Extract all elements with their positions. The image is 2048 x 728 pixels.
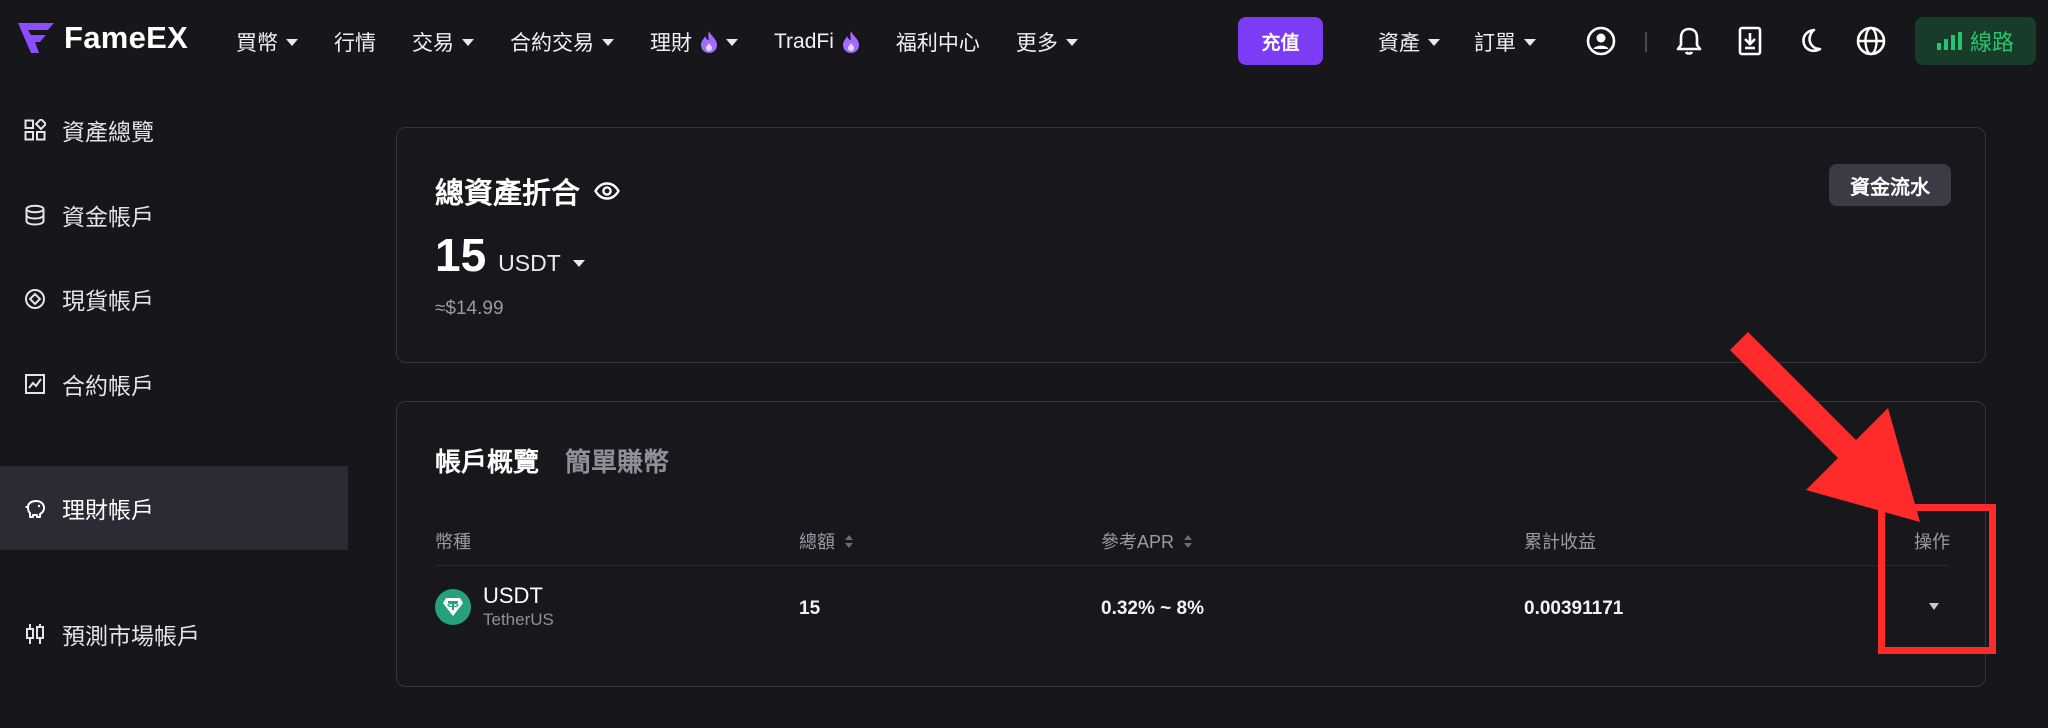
sidebar: 資產總覽 資金帳戶 現貨帳戶 合約帳戶 理財帳戶 預測市場帳戶 [0, 84, 348, 728]
chevron-down-icon [572, 260, 585, 267]
column-header-label: 總額 [799, 532, 835, 552]
moon-icon[interactable] [1793, 24, 1827, 58]
total-amount: 15 USDT [435, 228, 585, 282]
nav-markets-label: 行情 [334, 32, 376, 55]
nav-rewards-center[interactable]: 福利中心 [896, 27, 980, 57]
annotation-highlight-box [1878, 504, 1996, 654]
overview-tabs: 帳戶概覽 簡單賺幣 [435, 442, 669, 479]
fire-icon [842, 31, 859, 53]
nav-orders-label: 訂單 [1474, 32, 1516, 55]
nav-futures[interactable]: 合約交易 [510, 27, 614, 57]
nav-buy-crypto-label: 買幣 [236, 32, 278, 55]
sort-icon[interactable] [1184, 534, 1193, 548]
piggy-icon [24, 497, 46, 519]
chevron-down-icon [462, 38, 474, 46]
column-header-apr[interactable]: 參考APR [1101, 528, 1193, 554]
fameex-logo[interactable]: FameEX [18, 20, 188, 56]
coin-full-name: TetherUS [483, 610, 554, 629]
user-icon[interactable] [1584, 24, 1618, 58]
tab-account-overview[interactable]: 帳戶概覽 [435, 442, 539, 479]
database-icon [24, 204, 46, 226]
nav-more[interactable]: 更多 [1016, 27, 1078, 57]
nav-earn[interactable]: 理財 [650, 27, 738, 57]
nav-trade-label: 交易 [412, 32, 454, 55]
sidebar-item-earn-account[interactable]: 理財帳戶 [0, 466, 348, 550]
chevron-down-icon [286, 38, 298, 46]
sidebar-item-label: 現貨帳戶 [62, 288, 154, 314]
total-assets-title-text: 總資產折合 [435, 178, 581, 210]
currency-select[interactable]: USDT [498, 250, 585, 277]
column-header-label: 累計收益 [1524, 532, 1596, 552]
chevron-down-icon [1524, 38, 1536, 46]
column-header-label: 幣種 [435, 532, 471, 552]
sidebar-item-spot-account[interactable]: 現貨帳戶 [0, 257, 348, 341]
column-header-earnings: 累計收益 [1524, 528, 1596, 554]
sidebar-item-label: 合約帳戶 [62, 373, 154, 399]
nav-rewards-label: 福利中心 [895, 32, 980, 55]
column-header-label: 參考APR [1101, 532, 1175, 552]
deposit-button[interactable]: 充值 [1238, 17, 1323, 65]
approx-usd-value: ≈$14.99 [435, 298, 504, 319]
chevron-down-icon [1065, 38, 1078, 46]
fameex-logo-icon [18, 23, 54, 53]
fire-icon [701, 31, 717, 53]
total-assets-title: 總資產折合 [435, 170, 620, 212]
main-nav: 買幣 行情 交易 合約交易 理財 TradFi 福利中心 更多 [236, 0, 1114, 84]
nav-assets-label: 資產 [1378, 32, 1420, 55]
nav-assets[interactable]: 資產 [1378, 27, 1440, 57]
coin-symbol: USDT [483, 583, 543, 608]
nav-tradfi-label: TradFi [774, 30, 834, 53]
currency-label: USDT [498, 250, 561, 276]
nav-markets[interactable]: 行情 [334, 27, 376, 57]
top-header: FameEX 買幣 行情 交易 合約交易 理財 TradFi 福利中心 更多 充… [0, 0, 2048, 84]
sidebar-item-label: 理財帳戶 [62, 497, 154, 523]
sidebar-item-funding-account[interactable]: 資金帳戶 [0, 173, 348, 257]
nav-futures-label: 合約交易 [510, 32, 594, 55]
bell-icon[interactable] [1672, 24, 1706, 58]
nav-earn-label: 理財 [650, 32, 692, 55]
nav-orders[interactable]: 訂單 [1474, 27, 1536, 57]
right-nav: 資產 訂單 [1378, 0, 1570, 84]
usdt-icon [435, 589, 471, 625]
download-icon[interactable] [1733, 24, 1767, 58]
nav-more-label: 更多 [1015, 32, 1058, 55]
total-amount-value: 15 [435, 229, 487, 281]
chart-icon [24, 373, 46, 395]
sidebar-item-label: 資金帳戶 [62, 204, 154, 230]
sort-icon[interactable] [845, 534, 853, 548]
cell-total: 15 [799, 598, 821, 619]
line-label: 線路 [1969, 30, 2014, 55]
cell-apr: 0.32% ~ 8% [1101, 598, 1204, 619]
candles-icon [24, 623, 46, 645]
table-row-coin-cell: USDT TetherUS [435, 583, 554, 631]
chevron-down-icon [726, 38, 738, 46]
nav-trade[interactable]: 交易 [412, 27, 474, 57]
table-header-divider [435, 565, 1949, 566]
globe-icon[interactable] [1854, 24, 1888, 58]
sidebar-item-prediction-account[interactable]: 預測市場帳戶 [0, 592, 348, 676]
coin-name-block: USDT TetherUS [483, 583, 554, 631]
sidebar-item-asset-overview[interactable]: 資產總覽 [0, 88, 348, 172]
nav-buy-crypto[interactable]: 買幣 [236, 27, 298, 57]
cell-earnings: 0.00391171 [1524, 598, 1624, 619]
column-header-total[interactable]: 總額 [799, 528, 853, 554]
spot-icon [24, 288, 46, 310]
sidebar-item-label: 資產總覽 [62, 119, 154, 145]
signal-bars-icon [1936, 32, 1962, 50]
fund-flow-button[interactable]: 資金流水 [1829, 164, 1951, 206]
chevron-down-icon [1428, 38, 1440, 46]
tab-simple-earn[interactable]: 簡單賺幣 [565, 442, 669, 479]
line-select-button[interactable]: 線路 [1915, 17, 2036, 65]
logo-text: FameEX [64, 20, 189, 55]
nav-tradfi[interactable]: TradFi [774, 30, 860, 54]
sidebar-item-futures-account[interactable]: 合約帳戶 [0, 342, 348, 426]
header-divider [1645, 32, 1647, 52]
sidebar-item-label: 預測市場帳戶 [62, 623, 200, 649]
chevron-down-icon [602, 38, 614, 46]
eye-icon[interactable] [594, 182, 620, 200]
grid-icon [24, 119, 46, 141]
column-header-coin: 幣種 [435, 528, 471, 554]
